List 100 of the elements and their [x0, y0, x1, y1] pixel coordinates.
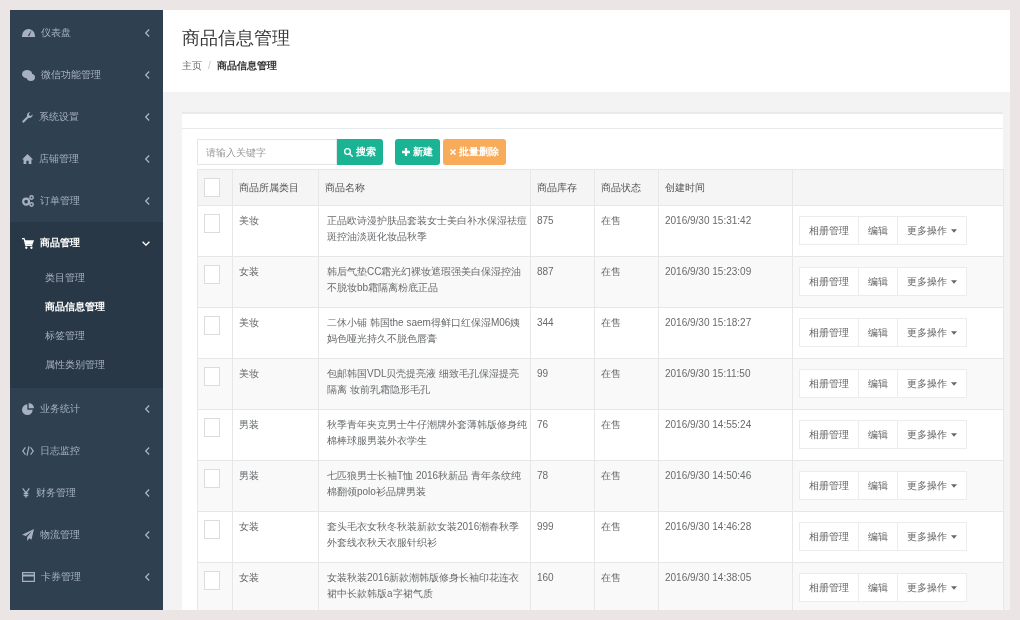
row-checkbox[interactable] [204, 469, 220, 488]
table-cell: 女装 [232, 511, 319, 563]
action-button[interactable]: 编辑 [858, 318, 898, 347]
breadcrumb-link[interactable]: 主页 [182, 59, 202, 73]
more-actions-button[interactable]: 更多操作 [897, 267, 967, 296]
select-all-checkbox[interactable] [204, 178, 220, 197]
gauge-icon [22, 29, 35, 37]
column-header: 商品所属类目 [232, 169, 319, 206]
action-button[interactable]: 编辑 [858, 471, 898, 500]
close-icon [450, 149, 456, 155]
table-cell: 美妆 [232, 307, 319, 359]
table-cell: 2016/9/30 14:55:24 [658, 409, 793, 461]
sidebar-item[interactable]: 商品管理 [10, 222, 163, 264]
action-button[interactable]: 编辑 [858, 369, 898, 398]
table-cell: 887 [530, 256, 595, 308]
sidebar-item[interactable]: 店铺管理 [10, 138, 163, 180]
more-actions-button[interactable]: 更多操作 [897, 471, 967, 500]
sidebar-item[interactable]: 日志监控 [10, 430, 163, 472]
sidebar-item[interactable]: 业务统计 [10, 388, 163, 430]
submenu-item[interactable]: 商品信息管理 [45, 300, 105, 314]
action-button[interactable]: 相册管理 [799, 522, 859, 551]
caret-icon [951, 228, 957, 233]
table-cell: 女装 [232, 256, 319, 308]
submenu-item[interactable]: 类目管理 [45, 271, 85, 285]
row-checkbox[interactable] [204, 418, 220, 437]
page-title: 商品信息管理 [182, 27, 290, 49]
row-checkbox[interactable] [204, 265, 220, 284]
table-cell: 秋季青年夹克男士牛仔潮牌外套薄韩版修身纯棉棒球服男装外衣学生 [318, 409, 531, 461]
yen-icon [22, 488, 30, 498]
table-cell: 七匹狼男士长袖T恤 2016秋新品 青年条纹纯棉翻领polo衫品牌男装 [318, 460, 531, 512]
table-cell: 在售 [594, 307, 659, 359]
table-cell: 2016/9/30 14:46:28 [658, 511, 793, 563]
table-cell: 2016/9/30 15:31:42 [658, 205, 793, 257]
row-checkbox[interactable] [204, 571, 220, 590]
caret-icon [951, 381, 957, 386]
action-button[interactable]: 相册管理 [799, 216, 859, 245]
row-checkbox[interactable] [204, 316, 220, 335]
sidebar-item[interactable]: 微信功能管理 [10, 54, 163, 96]
table-cell: 美妆 [232, 205, 319, 257]
more-actions-button[interactable]: 更多操作 [897, 522, 967, 551]
caret-icon [951, 279, 957, 284]
table-cell: 二休小铺 韩国the saem得鲜口红保湿M06姨妈色哑光持久不脱色唇膏 [318, 307, 531, 359]
chat-bubbles-icon [22, 69, 35, 81]
breadcrumb-separator: / [208, 59, 211, 73]
more-actions-button[interactable]: 更多操作 [897, 420, 967, 449]
action-button[interactable]: 相册管理 [799, 267, 859, 296]
credit-card-icon [22, 572, 35, 582]
search-icon [344, 147, 353, 157]
row-checkbox[interactable] [204, 520, 220, 539]
action-button[interactable]: 编辑 [858, 573, 898, 602]
search-field[interactable]: 请输入关键字 [197, 139, 337, 165]
gears-icon [22, 195, 34, 207]
more-actions-button[interactable]: 更多操作 [897, 573, 967, 602]
action-button[interactable]: 相册管理 [799, 471, 859, 500]
table-cell: 套头毛衣女秋冬秋装新款女装2016潮春秋季外套线衣秋天衣服针织衫 [318, 511, 531, 563]
table-cell: 在售 [594, 460, 659, 512]
table-cell: 2016/9/30 15:18:27 [658, 307, 793, 359]
caret-icon [951, 534, 957, 539]
table-cell: 在售 [594, 409, 659, 461]
table-cell: 99 [530, 358, 595, 410]
cart-icon [22, 237, 34, 249]
table-cell: 在售 [594, 358, 659, 410]
caret-icon [951, 432, 957, 437]
submenu-item[interactable]: 属性类别管理 [45, 358, 105, 372]
plus-icon [402, 148, 410, 156]
sidebar-item[interactable]: 订单管理 [10, 180, 163, 222]
more-actions-button[interactable]: 更多操作 [897, 216, 967, 245]
code-icon [22, 446, 34, 456]
table-cell: 344 [530, 307, 595, 359]
action-button[interactable]: 相册管理 [799, 573, 859, 602]
table-cell: 在售 [594, 256, 659, 308]
more-actions-button[interactable]: 更多操作 [897, 318, 967, 347]
sidebar-item[interactable]: 系统设置 [10, 96, 163, 138]
column-header: 商品状态 [594, 169, 659, 206]
sidebar-item[interactable]: 物流管理 [10, 514, 163, 556]
column-header: 创建时间 [658, 169, 793, 206]
row-checkbox[interactable] [204, 214, 220, 233]
table-cell: 美妆 [232, 358, 319, 410]
column-header: 商品名称 [318, 169, 531, 206]
table-cell: 78 [530, 460, 595, 512]
action-button[interactable]: 相册管理 [799, 318, 859, 347]
action-button[interactable]: 相册管理 [799, 369, 859, 398]
breadcrumb-current: 商品信息管理 [216, 59, 277, 73]
table-cell: 男装 [232, 460, 319, 512]
table-cell: 男装 [232, 409, 319, 461]
action-button[interactable]: 编辑 [858, 216, 898, 245]
caret-icon [951, 483, 957, 488]
column-header: 商品库存 [530, 169, 595, 206]
action-button[interactable]: 编辑 [858, 267, 898, 296]
table-cell: 在售 [594, 205, 659, 257]
table-cell: 999 [530, 511, 595, 563]
sidebar-item[interactable]: 卡券管理 [10, 556, 163, 598]
sidebar-item[interactable]: 仪表盘 [10, 12, 163, 54]
action-button[interactable]: 相册管理 [799, 420, 859, 449]
action-button[interactable]: 编辑 [858, 420, 898, 449]
more-actions-button[interactable]: 更多操作 [897, 369, 967, 398]
action-button[interactable]: 编辑 [858, 522, 898, 551]
row-checkbox[interactable] [204, 367, 220, 386]
submenu-item[interactable]: 标签管理 [45, 329, 85, 343]
sidebar-item[interactable]: 财务管理 [10, 472, 163, 514]
